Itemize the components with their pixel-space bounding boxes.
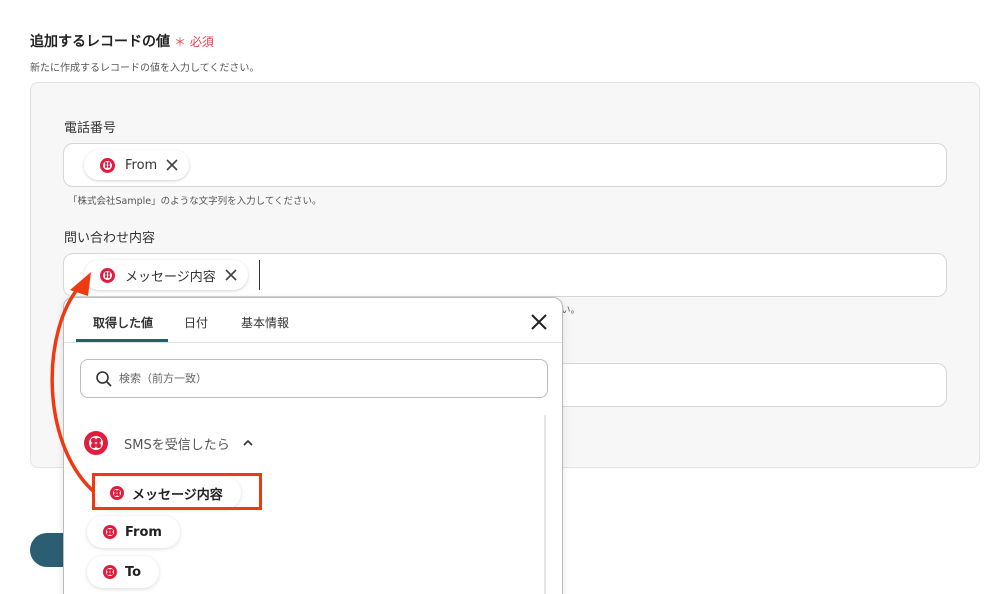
- annotation-arrow: [50, 272, 94, 492]
